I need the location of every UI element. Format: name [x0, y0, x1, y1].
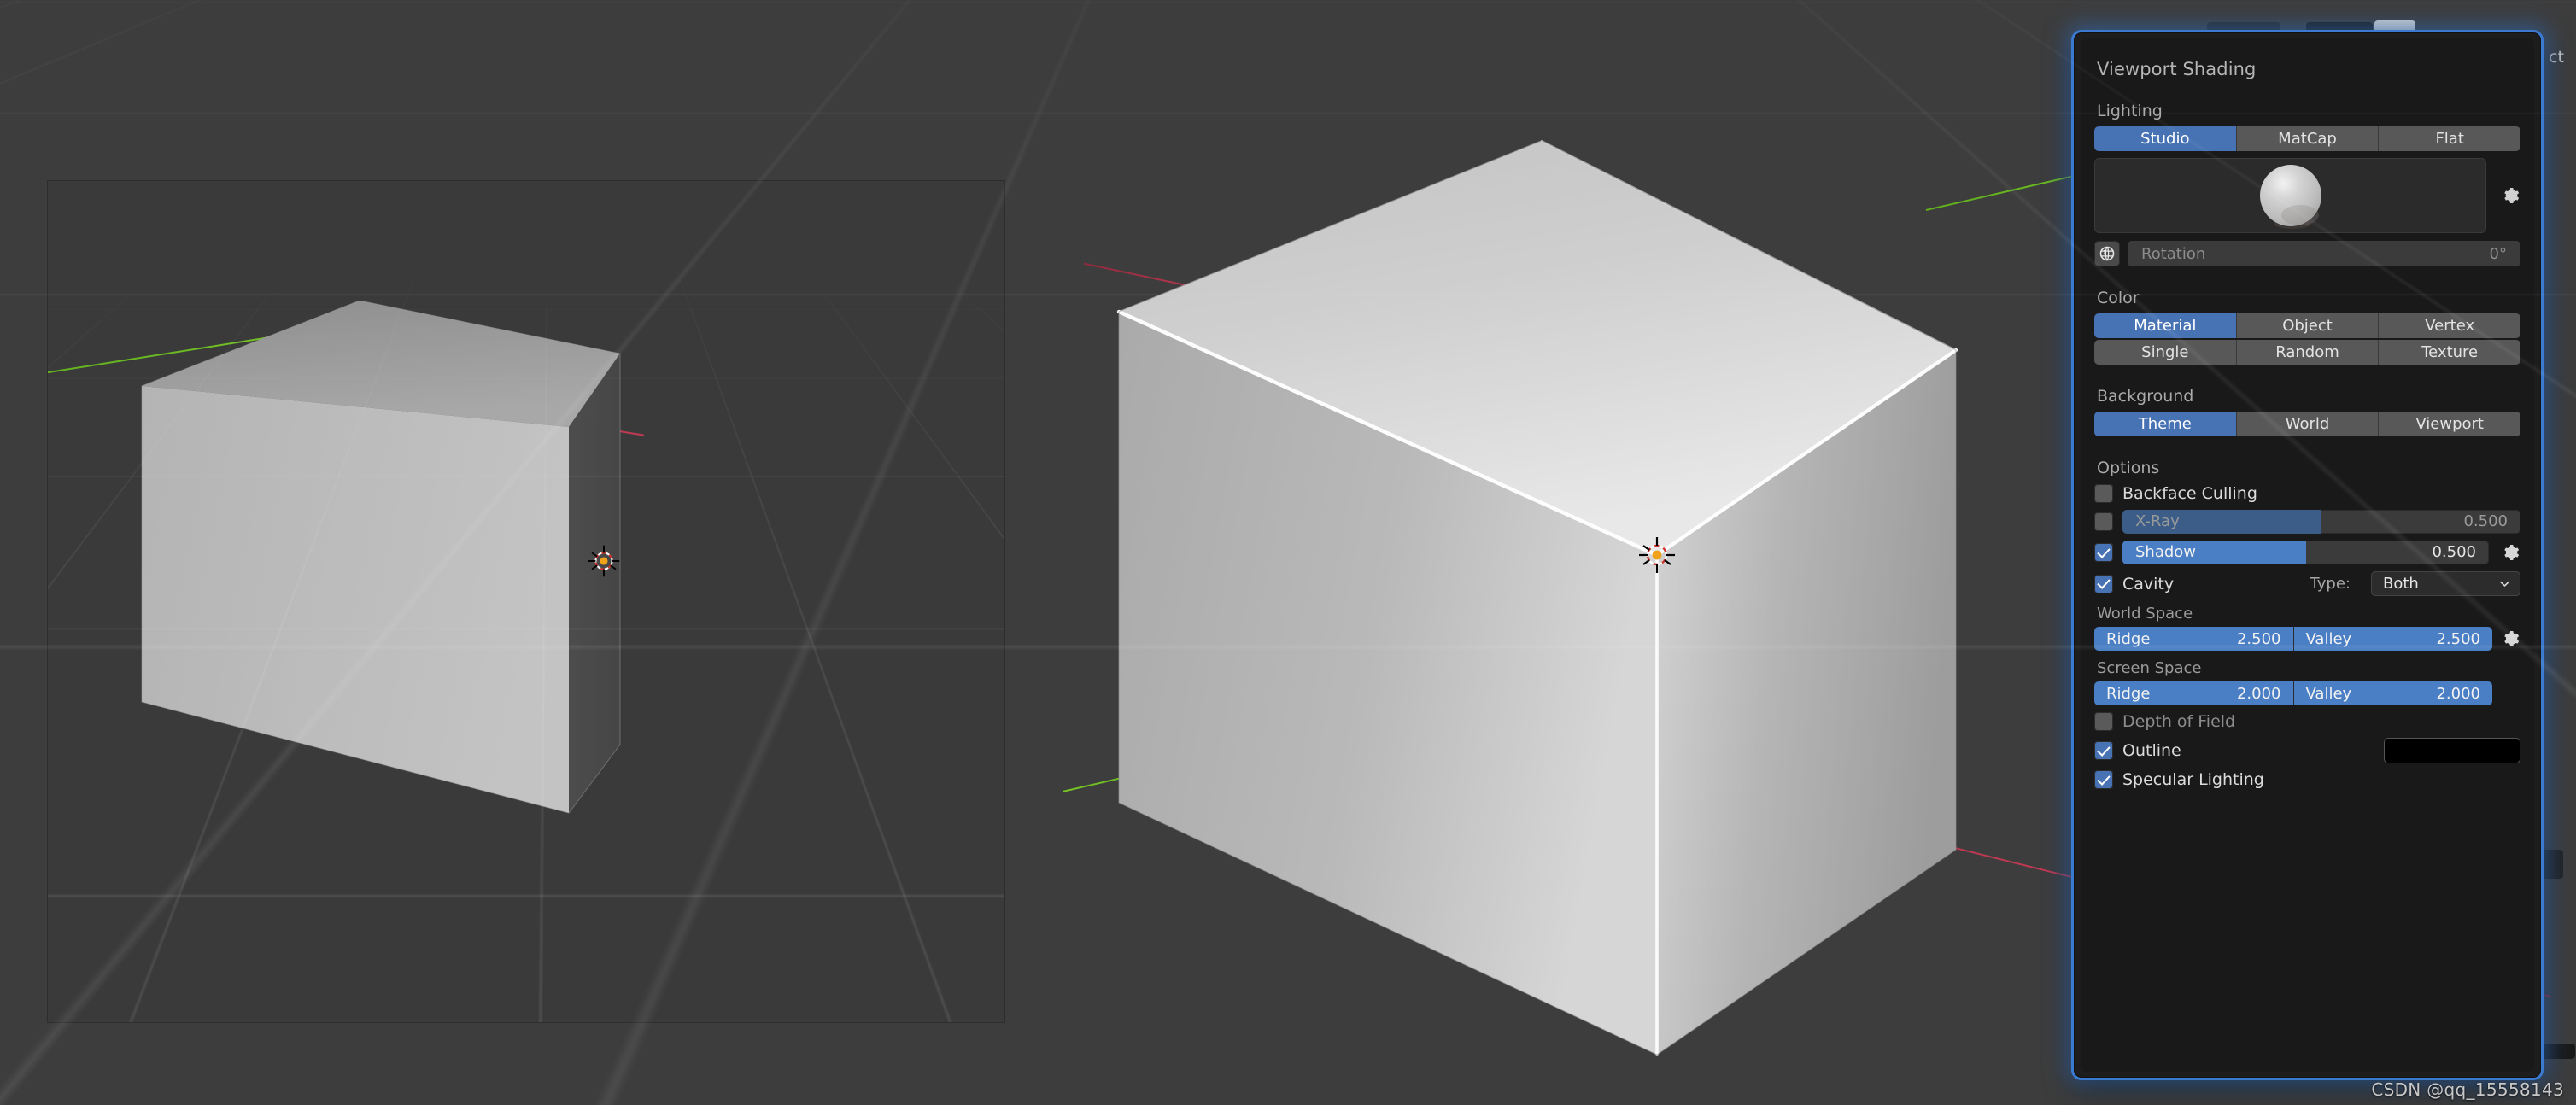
outline-color-swatch[interactable] [2384, 738, 2520, 763]
world-valley-value: 2.500 [2436, 629, 2480, 648]
cavity-type-value: Both [2383, 575, 2419, 593]
behind-ui-fragment-c [2374, 20, 2415, 32]
options-section-label: Options [2097, 459, 2160, 477]
cavity-checkbox[interactable] [2094, 574, 2113, 593]
sphere-preview-icon [2259, 165, 2321, 229]
color-option-single[interactable]: Single [2094, 340, 2237, 365]
depth-of-field-checkbox[interactable] [2094, 712, 2113, 731]
cavity-label: Cavity [2122, 574, 2175, 593]
background-option-viewport[interactable]: Viewport [2379, 412, 2520, 436]
screen-space-valley[interactable]: Valley 2.000 [2293, 681, 2492, 705]
world-space-label: World Space [2097, 605, 2193, 623]
screen-space-row[interactable]: Ridge 2.000 Valley 2.000 [2094, 681, 2520, 705]
lighting-option-matcap[interactable]: MatCap [2236, 126, 2380, 151]
background-option-theme[interactable]: Theme [2094, 412, 2237, 436]
depth-of-field-label: Depth of Field [2122, 712, 2236, 731]
lighting-section-label: Lighting [2097, 102, 2163, 120]
world-space-ridge[interactable]: Ridge 2.500 [2094, 627, 2294, 651]
world-valley-label: Valley [2305, 629, 2352, 648]
screen-valley-value: 2.000 [2436, 684, 2480, 703]
world-ridge-value: 2.500 [2236, 629, 2281, 648]
background-mode-segmented[interactable]: Theme World Viewport [2094, 412, 2520, 436]
xray-checkbox[interactable] [2094, 512, 2113, 531]
cavity-type-dropdown[interactable]: Both [2371, 571, 2520, 596]
outline-row[interactable]: Outline [2094, 738, 2520, 763]
world-space-row[interactable]: Ridge 2.500 Valley 2.500 [2094, 627, 2520, 651]
background-option-world[interactable]: World [2236, 412, 2380, 436]
cavity-row[interactable]: Cavity Type: Both [2094, 571, 2520, 596]
world-ridge-label: Ridge [2106, 629, 2151, 648]
screen-ridge-value: 2.000 [2236, 684, 2281, 703]
rotation-field[interactable]: Rotation 0° [2128, 241, 2520, 266]
specular-lighting-row[interactable]: Specular Lighting [2094, 770, 2520, 789]
shadow-slider[interactable]: Shadow 0.500 [2122, 541, 2489, 564]
xray-value: 0.500 [2463, 512, 2508, 530]
studiolight-preview[interactable] [2094, 158, 2486, 233]
color-option-random[interactable]: Random [2236, 340, 2380, 365]
cube-object[interactable] [1093, 120, 2050, 1076]
chevron-down-icon [2500, 581, 2509, 587]
color-option-vertex[interactable]: Vertex [2379, 313, 2520, 338]
lighting-mode-segmented[interactable]: Studio MatCap Flat [2094, 126, 2520, 151]
lighting-option-studio[interactable]: Studio [2094, 126, 2237, 151]
viewport-shading-popover[interactable]: Viewport Shading Lighting Studio MatCap … [2074, 32, 2541, 1078]
cavity-type-label: Type: [2310, 575, 2351, 593]
shadow-row[interactable]: Shadow 0.500 [2094, 541, 2520, 564]
screen-space-label: Screen Space [2097, 659, 2202, 677]
color-section-label: Color [2097, 289, 2140, 307]
world-space-valley[interactable]: Valley 2.500 [2293, 627, 2492, 651]
xray-label: X-Ray [2135, 512, 2180, 530]
lighting-option-flat[interactable]: Flat [2379, 126, 2520, 151]
specular-lighting-label: Specular Lighting [2122, 770, 2264, 789]
depth-of-field-row[interactable]: Depth of Field [2094, 712, 2520, 731]
screen-space-ridge[interactable]: Ridge 2.000 [2094, 681, 2294, 705]
cavity-gear-icon[interactable] [2498, 628, 2520, 650]
backface-culling-label: Backface Culling [2122, 484, 2257, 503]
shadow-checkbox[interactable] [2094, 543, 2113, 562]
color-option-material[interactable]: Material [2094, 313, 2237, 338]
xray-slider[interactable]: X-Ray 0.500 [2122, 510, 2520, 534]
color-option-texture[interactable]: Texture [2379, 340, 2520, 365]
gear-icon[interactable] [2498, 184, 2520, 207]
background-section-label: Background [2097, 387, 2194, 406]
color-mode-row-2[interactable]: Single Random Texture [2094, 340, 2520, 365]
inset-cube-object [141, 301, 621, 814]
outline-checkbox[interactable] [2094, 741, 2113, 760]
rotation-value: 0° [2489, 244, 2507, 263]
specular-lighting-checkbox[interactable] [2094, 770, 2113, 789]
behind-menu-label: ct [2549, 48, 2564, 67]
shadow-value: 0.500 [2432, 543, 2476, 561]
backface-culling-checkbox[interactable] [2094, 484, 2113, 503]
popover-title: Viewport Shading [2097, 59, 2257, 79]
rotation-label: Rotation [2141, 244, 2206, 263]
xray-row[interactable]: X-Ray 0.500 [2094, 510, 2520, 534]
shadow-label: Shadow [2135, 543, 2197, 561]
color-mode-row-1[interactable]: Material Object Vertex [2094, 313, 2520, 338]
screen-ridge-label: Ridge [2106, 684, 2151, 703]
world-globe-icon[interactable] [2094, 241, 2120, 266]
shadow-gear-icon[interactable] [2498, 541, 2520, 564]
color-option-object[interactable]: Object [2236, 313, 2380, 338]
screen-valley-label: Valley [2305, 684, 2352, 703]
nested-viewport-capture [48, 181, 1004, 1022]
watermark-text: CSDN @qq_15558143 [2371, 1079, 2564, 1100]
outline-label: Outline [2122, 741, 2181, 760]
backface-culling-row[interactable]: Backface Culling [2094, 484, 2520, 503]
